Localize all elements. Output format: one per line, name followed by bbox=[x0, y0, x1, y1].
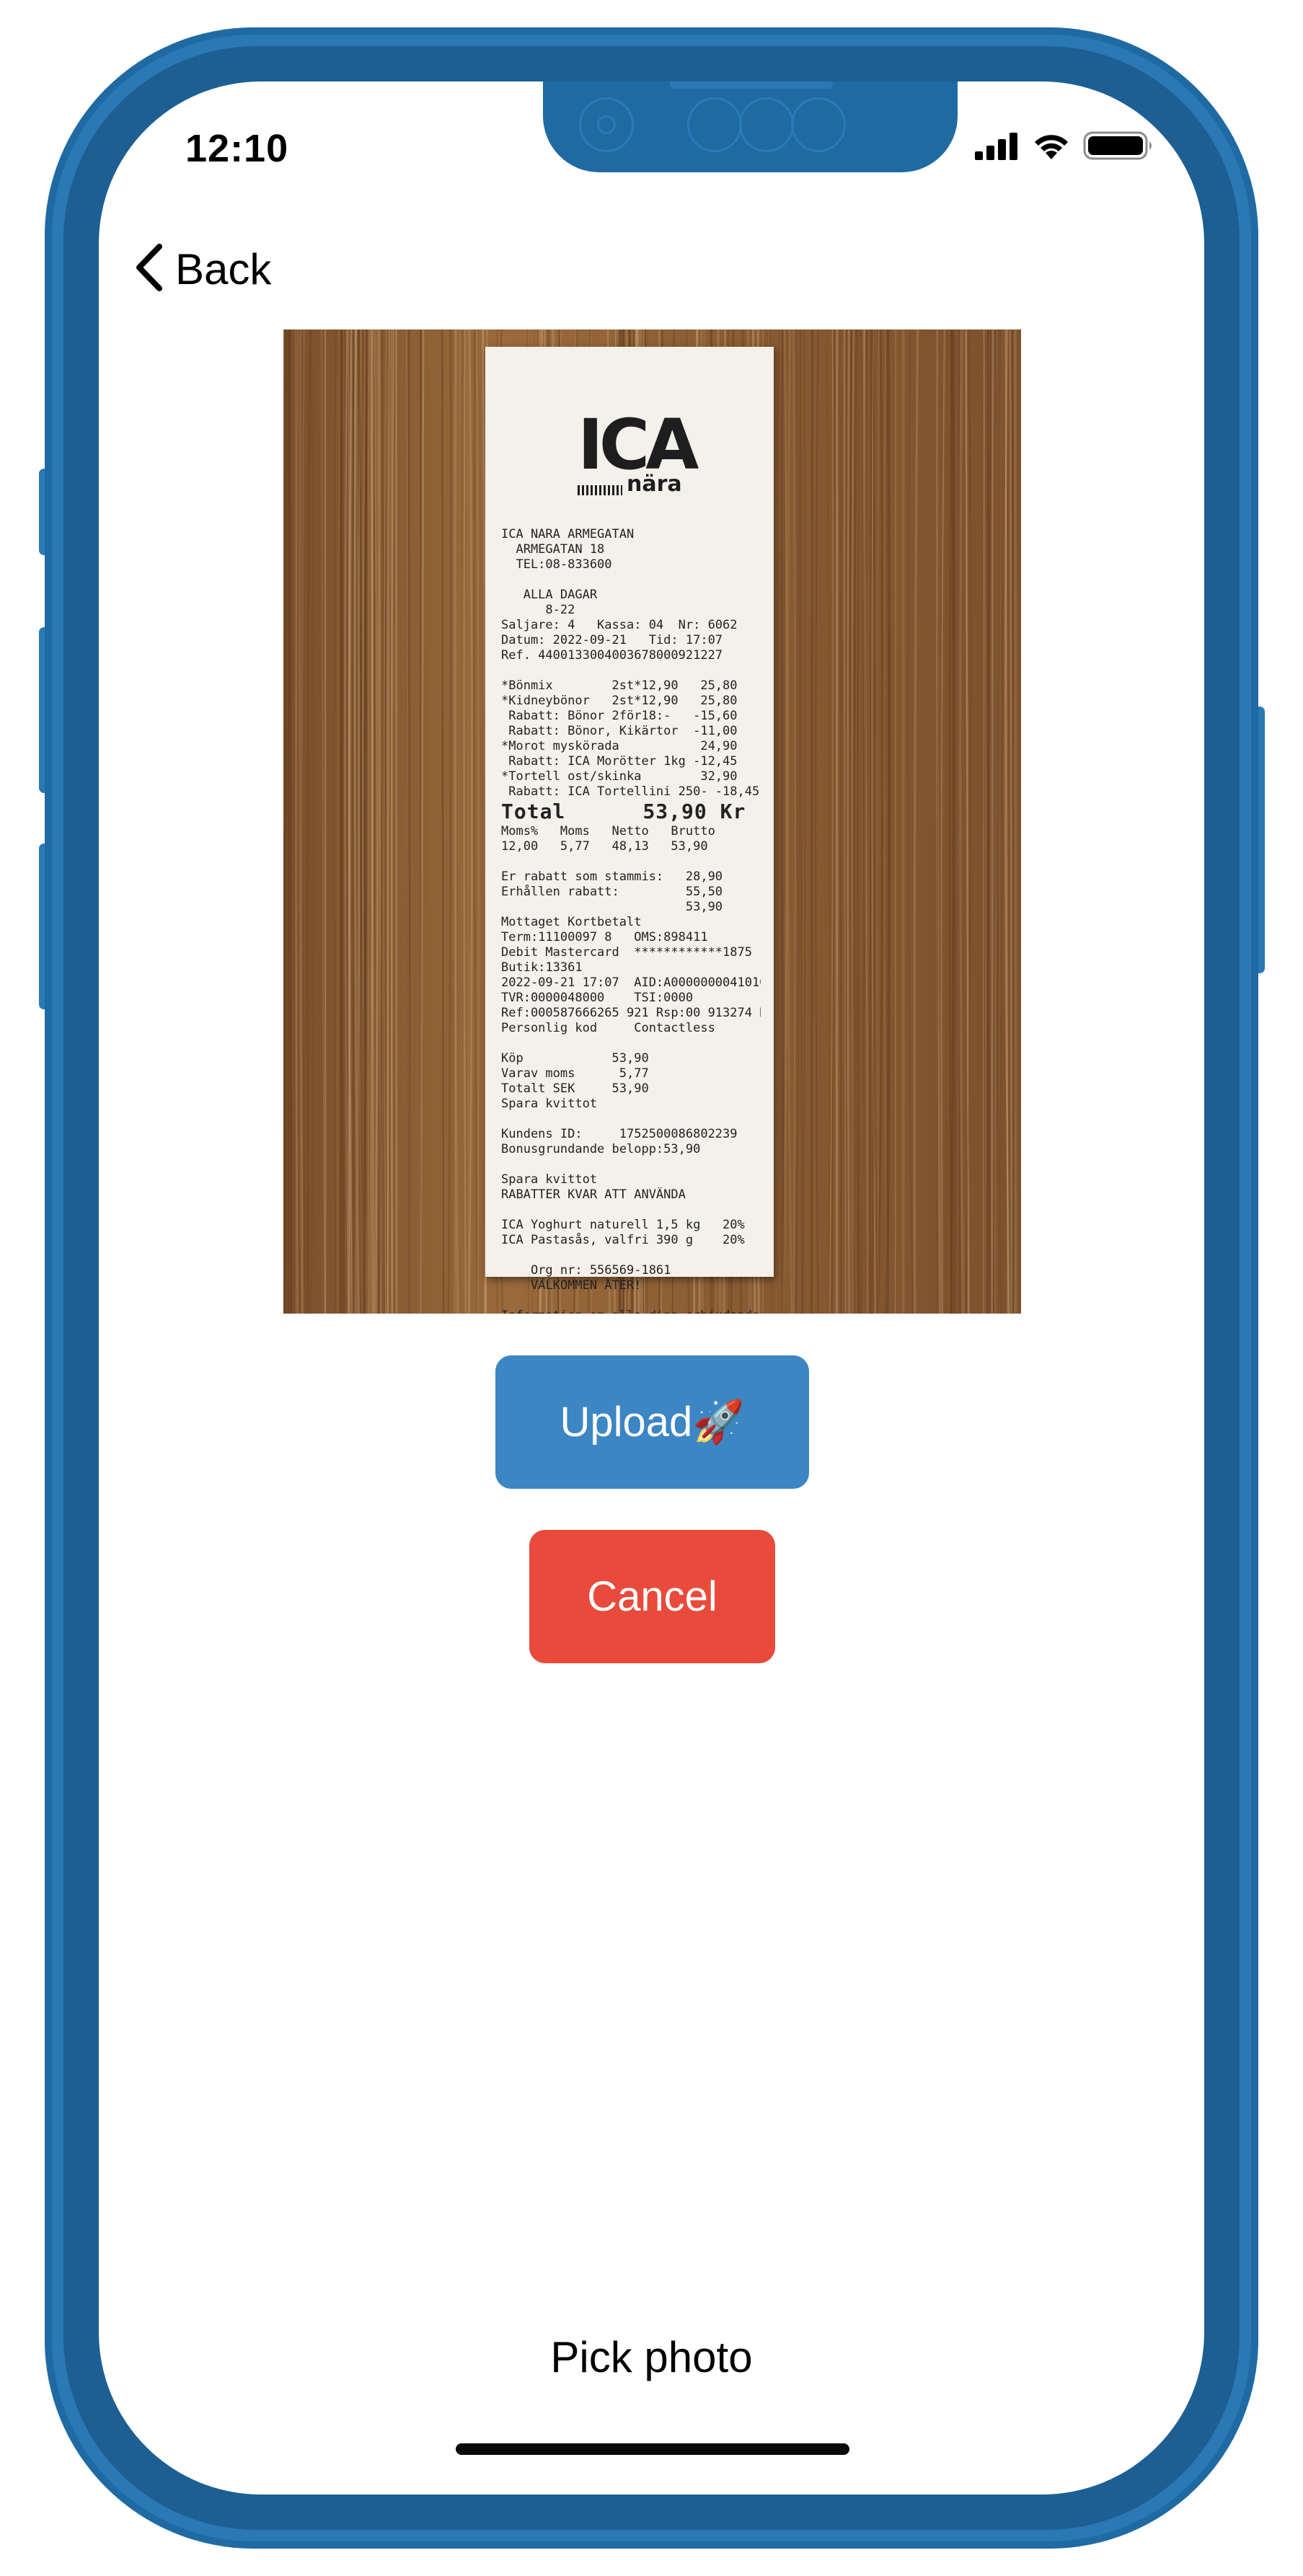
back-button[interactable]: Back bbox=[133, 240, 271, 298]
wood-grain-line bbox=[283, 329, 288, 1314]
receipt-line: Kundens ID: 1752500086802239 bbox=[501, 1127, 738, 1141]
receipt-line: 2022-09-21 17:07 AID:A0000000041010 bbox=[501, 975, 761, 990]
wifi-icon bbox=[1031, 130, 1072, 164]
receipt-line: ICA Yoghurt naturell 1,5 kg 20% bbox=[501, 1218, 745, 1232]
receipt-line: Term:11100097 8 OMS:898411 bbox=[501, 930, 708, 944]
receipt-line bbox=[501, 1157, 761, 1172]
receipt-line bbox=[501, 572, 761, 588]
receipt-line: Rabatt: Bönor 2för18:- -15,60 bbox=[501, 709, 738, 723]
receipt-line: *Kidneybönor 2st*12,90 25,80 bbox=[501, 694, 738, 708]
receipt-line: Saljare: 4 Kassa: 04 Nr: 6062 bbox=[501, 618, 738, 632]
face-id-sensor-1 bbox=[687, 97, 742, 152]
wood-grain-line bbox=[1013, 329, 1017, 1314]
receipt-line: Erhållen rabatt: 55,50 bbox=[501, 885, 723, 899]
receipt-line: Information om alla dina erbjudanden bbox=[501, 1309, 761, 1314]
earpiece-speaker bbox=[670, 81, 833, 89]
receipt-line bbox=[501, 854, 761, 869]
receipt-line: Rabatt: Bönor, Kikärtor -11,00 bbox=[501, 724, 738, 738]
receipt-line: VÄLKOMMEN ÅTER! bbox=[501, 1278, 642, 1293]
receipt-line: Spara kvittot bbox=[501, 1097, 598, 1111]
ica-logo-sub: nära bbox=[627, 472, 682, 497]
battery-icon bbox=[1083, 130, 1155, 165]
receipt-line: TVR:0000048000 TSI:0000 bbox=[501, 991, 694, 1005]
cancel-button[interactable]: Cancel bbox=[529, 1530, 775, 1663]
device-canvas: 12:10 Back ICA nära ICA NARA ARMEGATAN A… bbox=[0, 0, 1303, 2576]
receipt-line: Debit Mastercard ************1875 bbox=[501, 945, 752, 960]
receipt-line: Datum: 2022-09-21 Tid: 17:07 bbox=[501, 633, 723, 647]
receipt-line bbox=[501, 1203, 761, 1218]
receipt-line: *Morot myskörada 24,90 bbox=[501, 739, 738, 753]
receipt-line: Personlig kod Contactless bbox=[501, 1021, 715, 1035]
wood-grain-line bbox=[407, 329, 411, 1314]
receipt-line: Butik:13361 bbox=[501, 960, 583, 975]
receipt-line: Totalt SEK 53,90 bbox=[501, 1081, 649, 1096]
receipt-line bbox=[501, 1112, 761, 1127]
receipt-paper: ICA nära ICA NARA ARMEGATAN ARMEGATAN 18… bbox=[485, 347, 774, 1314]
wood-grain-line bbox=[367, 329, 371, 1314]
receipt-text: ICA NARA ARMEGATAN ARMEGATAN 18 TEL:08-8… bbox=[501, 527, 761, 1314]
receipt-line: ALLA DAGAR bbox=[501, 588, 598, 602]
wood-grain-line bbox=[394, 329, 398, 1314]
wood-grain-line bbox=[901, 329, 905, 1314]
receipt-line: Varav moms 5,77 bbox=[501, 1066, 649, 1081]
receipt-line: Bonusgrundande belopp:53,90 bbox=[501, 1142, 701, 1156]
home-indicator[interactable] bbox=[456, 2443, 849, 2455]
front-camera bbox=[579, 97, 634, 152]
receipt-line: Köp 53,90 bbox=[501, 1051, 649, 1066]
status-time: 12:10 bbox=[185, 127, 289, 170]
receipt-line: ICA NARA ARMEGATAN bbox=[501, 527, 635, 541]
receipt-line: Er rabatt som stammis: 28,90 bbox=[501, 869, 723, 884]
receipt-total: Total 53,90 Kr bbox=[501, 800, 746, 823]
receipt-line: 8-22 bbox=[501, 603, 575, 617]
receipt-line: TEL:08-833600 bbox=[501, 557, 612, 572]
receipt-line: Ref:000587666265 921 Rsp:00 913274 KA1 5 bbox=[501, 1006, 761, 1020]
receipt-line: *Tortell ost/skinka 32,90 bbox=[501, 769, 738, 784]
back-label: Back bbox=[175, 244, 272, 293]
receipt-line: Mottaget Kortbetalt bbox=[501, 915, 642, 929]
receipt-line: Org nr: 556569-1861 bbox=[501, 1263, 671, 1278]
chevron-left-icon bbox=[133, 242, 165, 296]
receipt-line bbox=[501, 1293, 761, 1309]
receipt-line: Rabatt: ICA Tortellini 250- -18,45 bbox=[501, 784, 760, 799]
receipt-line: Spara kvittot bbox=[501, 1172, 598, 1187]
camera-lens bbox=[597, 115, 616, 134]
face-id-sensor-2 bbox=[739, 97, 794, 152]
wood-grain-line bbox=[1009, 329, 1013, 1314]
receipt-line: RABATTER KVAR ATT ANVÄNDA bbox=[501, 1187, 686, 1202]
receipt-line: ICA Pastasås, valfri 390 g 20% bbox=[501, 1233, 745, 1247]
receipt-line: Moms% Moms Netto Brutto bbox=[501, 824, 715, 838]
ica-logo-bar bbox=[578, 485, 622, 495]
receipt-line: Rabatt: ICA Morötter 1kg -12,45 bbox=[501, 754, 738, 769]
wood-grain-line bbox=[990, 329, 994, 1314]
receipt-line: ARMEGATAN 18 bbox=[501, 542, 605, 557]
notch bbox=[543, 81, 958, 172]
receipt-line: 53,90 bbox=[501, 900, 723, 914]
status-icons bbox=[975, 129, 1155, 165]
receipt-line bbox=[501, 1036, 761, 1051]
wood-grain-line bbox=[288, 329, 293, 1314]
face-id-sensor-3 bbox=[791, 97, 846, 152]
ica-logo: ICA bbox=[578, 404, 699, 485]
phone-screen: 12:10 Back ICA nära ICA NARA ARMEGATAN A… bbox=[99, 81, 1204, 2495]
receipt-line: 12,00 5,77 48,13 53,90 bbox=[501, 839, 708, 854]
receipt-line bbox=[501, 663, 761, 678]
receipt-line: *Bönmix 2st*12,90 25,80 bbox=[501, 678, 738, 693]
cellular-signal-icon bbox=[975, 131, 1020, 164]
receipt-photo: ICA nära ICA NARA ARMEGATAN ARMEGATAN 18… bbox=[283, 329, 1021, 1314]
receipt-line bbox=[501, 1248, 761, 1263]
upload-button[interactable]: Upload🚀 bbox=[495, 1355, 809, 1489]
receipt-line: Ref. 4400133004003678000921227 bbox=[501, 648, 723, 663]
pick-photo-button[interactable]: Pick photo bbox=[99, 2332, 1204, 2382]
